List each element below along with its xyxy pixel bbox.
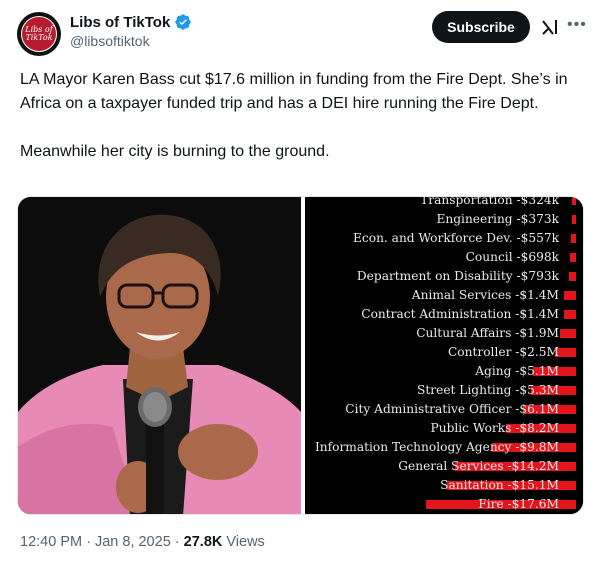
chart-bar-row: Controller -$2.5M [305, 343, 583, 362]
chart-bar [564, 310, 576, 319]
post-date[interactable]: Jan 8, 2025 [95, 534, 171, 550]
chart-bar-row: Cultural Affairs -$1.9M [305, 324, 583, 343]
chart-bar-row: Department on Disability -$793k [305, 267, 583, 286]
chart-bar-label: Cultural Affairs -$1.9M [416, 326, 559, 340]
chart-bar [572, 197, 576, 205]
display-name[interactable]: Libs of TikTok [70, 14, 170, 31]
tweet-meta: 12:40 PM · Jan 8, 2025 · 27.8K Views [20, 534, 265, 550]
chart-bar-row: Street Lighting -$5.3M [305, 381, 583, 400]
chart-bar-label: Transportation -$324k [420, 196, 559, 207]
subscribe-button[interactable]: Subscribe [432, 11, 530, 43]
views-count: 27.8K [183, 534, 223, 550]
budget-cuts-chart: Transportation -$324k Engineering -$373k E… [305, 196, 583, 514]
chart-bar-label: General Services -$14.2M [398, 459, 559, 473]
chart-bar-row: Engineering -$373k [305, 210, 583, 229]
chart-bar [559, 329, 576, 338]
chart-bar-label: Department on Disability -$793k [356, 269, 559, 283]
chart-bar-label: Information Technology Agency -$9.8M [314, 440, 559, 454]
chart-bar-row: Sanitation -$15.1M [305, 476, 583, 495]
chart-bar-row: General Services -$14.2M [305, 457, 583, 476]
photo-karen-bass[interactable] [18, 197, 301, 514]
post-time[interactable]: 12:40 PM [20, 534, 82, 550]
author-name-row: Libs of TikTok [70, 13, 192, 31]
chart-bar-label: Econ. and Workforce Dev. -$557k [353, 231, 559, 245]
chart-bar [571, 234, 576, 243]
chart-bar-row: Public Works -$8.2M [305, 419, 583, 438]
chart-bar-label: Engineering -$373k [436, 212, 560, 226]
chart-bar-label: Street Lighting -$5.3M [417, 383, 559, 397]
author-handle[interactable]: @libsoftiktok [70, 33, 150, 49]
avatar[interactable]: Libs of TikTok [17, 12, 61, 56]
tweet-text: LA Mayor Karen Bass cut $17.6 million in… [20, 71, 568, 160]
chart-bar-row: Fire -$17.6M [305, 495, 583, 514]
chart-bar [569, 272, 576, 281]
meta-separator-2: · [170, 534, 184, 550]
chart-bar-label: Public Works -$8.2M [430, 421, 559, 435]
chart-bar-label: Fire -$17.6M [478, 497, 559, 511]
chart-bar-row: Econ. and Workforce Dev. -$557k [305, 229, 583, 248]
verified-badge-icon [174, 13, 192, 31]
chart-bar-row: Contract Administration -$1.4M [305, 305, 583, 324]
chart-bar [564, 291, 576, 300]
chart-bar-label: Sanitation -$15.1M [440, 478, 559, 492]
avatar-logo: Libs of TikTok [21, 16, 57, 52]
chart-bar-row: Animal Services -$1.4M [305, 286, 583, 305]
tweet-media[interactable]: Transportation -$324k Engineering -$373k E… [17, 196, 584, 515]
chart-bar-row: Aging -$5.1M [305, 362, 583, 381]
meta-separator: · [82, 534, 95, 550]
chart-bar [572, 215, 576, 224]
chart-bar-row: Council -$698k [305, 248, 583, 267]
chart-bar-row: Transportation -$324k [305, 196, 583, 210]
chart-bar-row: Information Technology Agency -$9.8M [305, 438, 583, 457]
chart-bar-label: Contract Administration -$1.4M [361, 307, 559, 321]
chart-bar-row: City Administrative Officer -$6.1M [305, 400, 583, 419]
more-options-icon[interactable]: ••• [567, 16, 587, 34]
views-label: Views [222, 534, 265, 550]
chart-bar-label: City Administrative Officer -$6.1M [345, 402, 559, 416]
chart-bar [570, 253, 576, 262]
grok-icon[interactable] [540, 17, 560, 37]
chart-bar-label: Animal Services -$1.4M [411, 288, 559, 302]
chart-bar-label: Controller -$2.5M [447, 345, 559, 359]
chart-bar-label: Aging -$5.1M [475, 364, 559, 378]
chart-bar-label: Council -$698k [465, 250, 559, 264]
